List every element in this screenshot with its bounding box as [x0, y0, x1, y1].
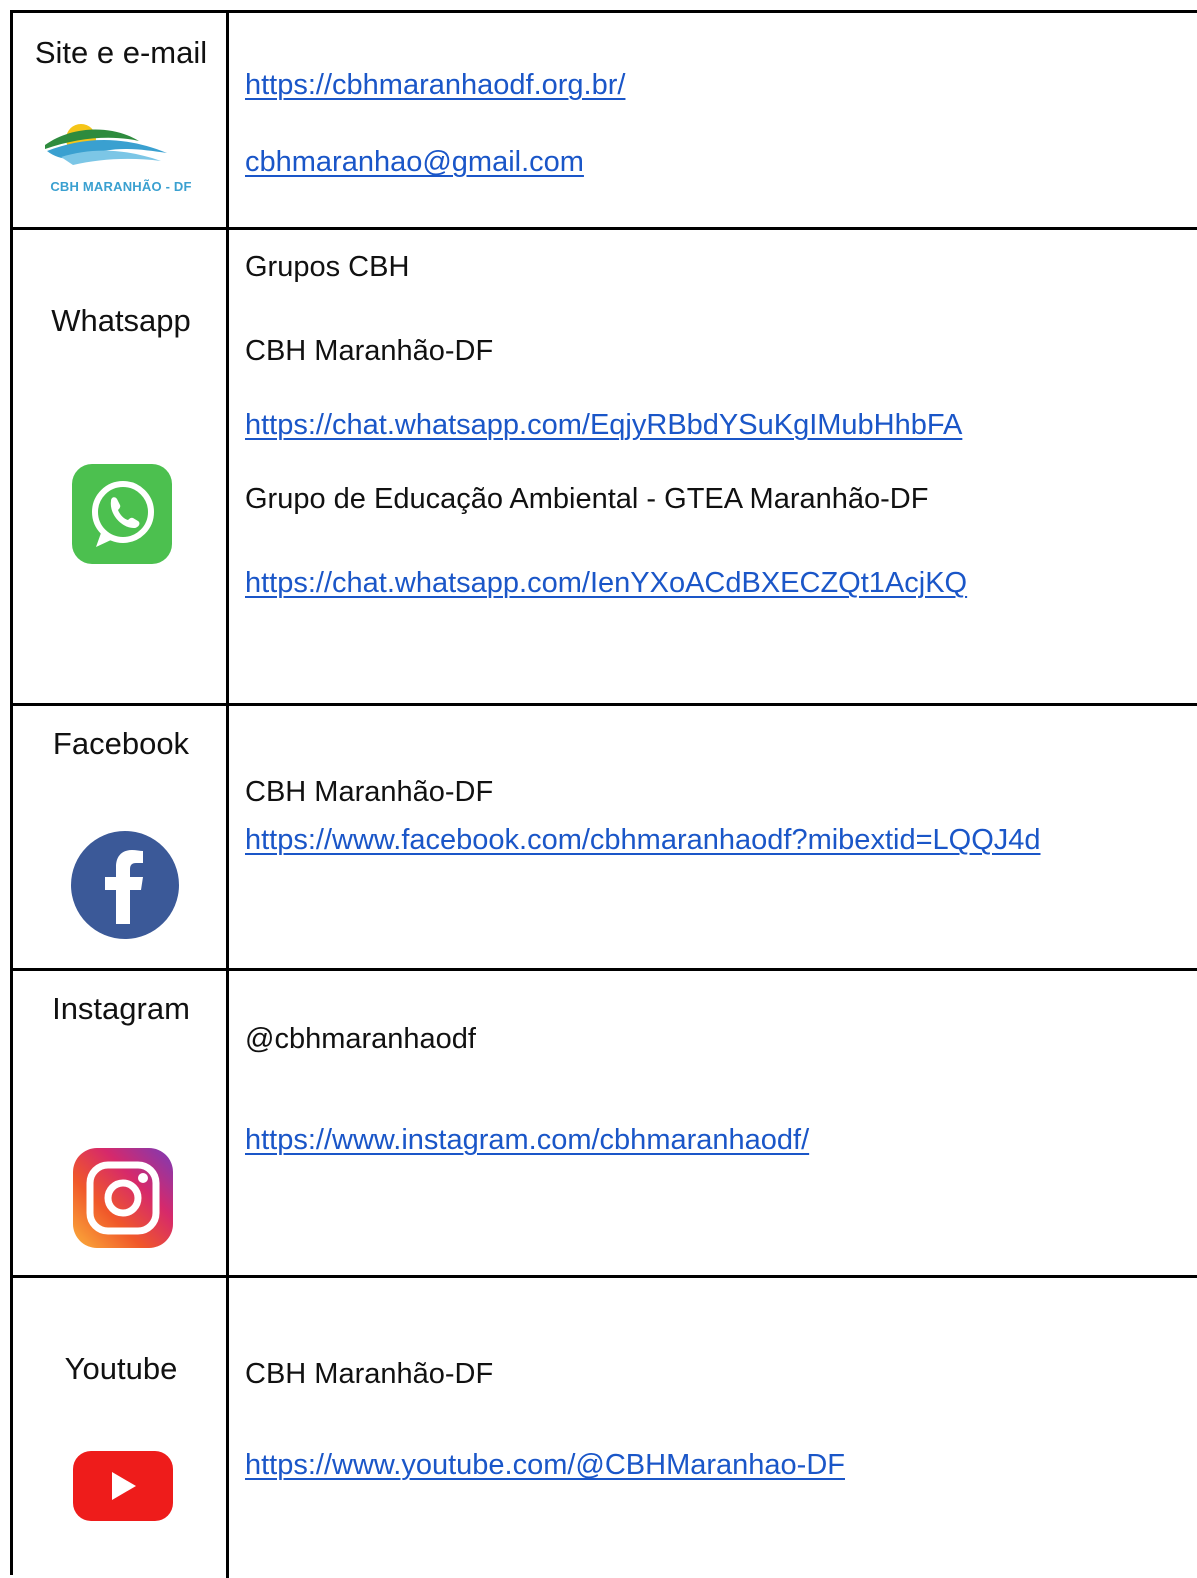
table-row-facebook: Facebook CBH Maranhão-DF https://www.fac…	[13, 706, 1197, 971]
content-cell: CBH Maranhão-DF https://www.facebook.com…	[229, 706, 1197, 968]
content-cell: @cbhmaranhaodf https://www.instagram.com…	[229, 971, 1197, 1275]
table-row-youtube: Youtube CBH Maranhão-DF https://www.yout…	[13, 1278, 1197, 1578]
whatsapp-group-link[interactable]: https://chat.whatsapp.com/IenYXoACdBXECZ…	[245, 566, 967, 600]
row-label: Site e e-mail	[34, 35, 208, 70]
youtube-channel-name: CBH Maranhão-DF	[245, 1358, 494, 1390]
label-cell: Youtube	[13, 1278, 229, 1578]
facebook-link[interactable]: https://www.facebook.com/cbhmaranhaodf?m…	[245, 823, 1041, 857]
groups-heading: Grupos CBH	[245, 251, 410, 283]
table-row-whatsapp: Whatsapp Grupos CBH CBH Maranhão-DF http…	[13, 230, 1197, 706]
row-label: Instagram	[52, 991, 190, 1026]
site-link[interactable]: https://cbhmaranhaodf.org.br/	[245, 68, 625, 102]
cbh-maranhao-logo-icon	[45, 124, 167, 165]
youtube-icon	[73, 1451, 173, 1521]
content-cell: Grupos CBH CBH Maranhão-DF https://chat.…	[229, 230, 1197, 703]
whatsapp-icon	[72, 464, 172, 564]
instagram-icon	[73, 1148, 173, 1248]
email-link[interactable]: cbhmaranhao@gmail.com	[245, 145, 584, 179]
instagram-link[interactable]: https://www.instagram.com/cbhmaranhaodf/	[245, 1123, 809, 1157]
row-label: Youtube	[64, 1351, 178, 1386]
content-cell: CBH Maranhão-DF https://www.youtube.com/…	[229, 1278, 1197, 1578]
whatsapp-group-link[interactable]: https://chat.whatsapp.com/EqjyRBbdYSuKgI…	[245, 408, 962, 442]
logo-caption: CBH MARANHÃO - DF	[50, 179, 192, 194]
row-label: Whatsapp	[51, 303, 191, 338]
facebook-page-name: CBH Maranhão-DF	[245, 776, 494, 808]
content-cell: https://cbhmaranhaodf.org.br/ cbhmaranha…	[229, 13, 1197, 227]
label-cell: Site e e-mail CBH MARANHÃO - DF	[13, 13, 229, 227]
youtube-link[interactable]: https://www.youtube.com/@CBHMaranhao-DF	[245, 1448, 845, 1482]
label-cell: Whatsapp	[13, 230, 229, 703]
table-row-site-email: Site e e-mail CBH MARANHÃO - DF https://…	[13, 13, 1197, 230]
group-name: CBH Maranhão-DF	[245, 335, 494, 367]
group-name: Grupo de Educação Ambiental - GTEA Maran…	[245, 483, 929, 515]
table-row-instagram: Instagram @cbhmaranhaodf https://www.ins…	[13, 971, 1197, 1278]
label-cell: Facebook	[13, 706, 229, 968]
facebook-icon	[71, 831, 179, 939]
contact-table: Site e e-mail CBH MARANHÃO - DF https://…	[10, 10, 1197, 1578]
label-cell: Instagram	[13, 971, 229, 1275]
row-label: Facebook	[52, 726, 190, 761]
instagram-handle: @cbhmaranhaodf	[245, 1023, 476, 1055]
